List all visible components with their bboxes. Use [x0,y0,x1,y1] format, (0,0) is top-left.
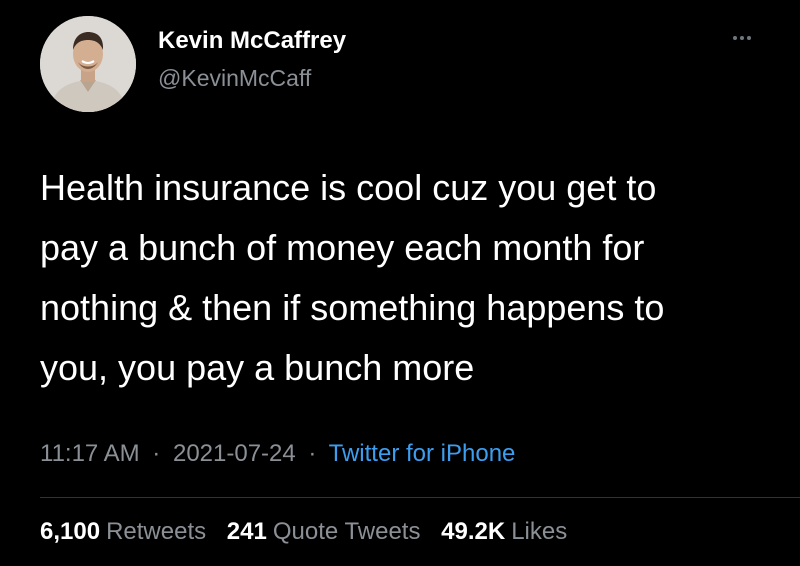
author-handle[interactable]: @KevinMcCaff [158,65,311,92]
tweet-text: Health insurance is cool cuz you get to … [40,158,770,398]
likes-label: Likes [511,518,568,545]
tweet-date[interactable]: 2021-07-24 [173,440,296,467]
avatar[interactable] [40,16,136,112]
quote-tweets-stat[interactable]: 241 Quote Tweets [227,518,421,546]
tweet-time[interactable]: 11:17 AM [40,440,140,467]
quote-tweets-label: Quote Tweets [272,518,421,545]
author-name[interactable]: Kevin McCaffrey [158,27,346,55]
tweet-text-line: pay a bunch of money each month for [40,227,645,268]
quote-tweets-count: 241 [226,518,267,545]
meta-separator: · [308,440,317,467]
tweet-source-link[interactable]: Twitter for iPhone [329,440,516,467]
tweet-stats: 6,100 Retweets 241 Quote Tweets 49.2K Likes [40,518,581,546]
retweets-label: Retweets [106,518,207,545]
tweet-text-line: you, you pay a bunch more [40,347,475,388]
divider [40,497,800,498]
retweets-stat[interactable]: 6,100 Retweets [40,518,206,546]
likes-count: 49.2K [441,518,506,545]
more-horizontal-icon[interactable] [722,26,762,50]
dot [733,36,737,40]
tweet-meta: 11:17 AM · 2021-07-24 · Twitter for iPho… [40,440,515,468]
tweet-text-line: nothing & then if something happens to [40,287,665,328]
dot [747,36,751,40]
dot [740,36,744,40]
retweets-count: 6,100 [40,518,101,545]
tweet: Kevin McCaffrey @KevinMcCaff Health insu… [0,0,800,566]
profile-photo [40,16,136,112]
tweet-text-line: Health insurance is cool cuz you get to [40,167,657,208]
likes-stat[interactable]: 49.2K Likes [441,518,567,546]
meta-separator: · [152,440,161,467]
